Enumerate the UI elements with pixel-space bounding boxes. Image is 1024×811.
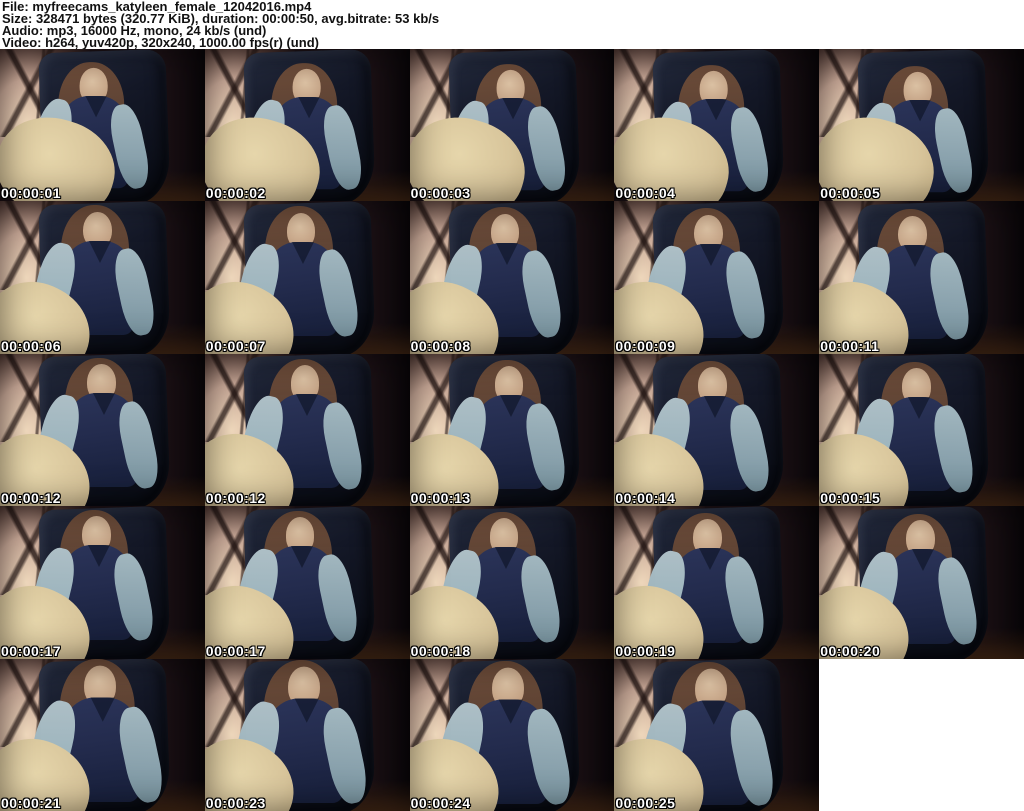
- video-frame-image: [819, 506, 1024, 659]
- video-thumbnail-frame: 00:00:02: [204, 49, 410, 202]
- timestamp-label: 00:00:02: [205, 185, 266, 202]
- vignette-overlay: [614, 506, 819, 658]
- vignette-overlay: [205, 506, 410, 658]
- video-thumbnail-frame: 00:00:14: [614, 353, 820, 507]
- timestamp-label: 00:00:23: [205, 794, 266, 811]
- video-frame-image: [819, 201, 1024, 354]
- timestamp-label: 00:00:12: [205, 490, 266, 507]
- video-thumbnail-frame: 00:00:03: [409, 49, 615, 202]
- video-thumbnail-frame: 00:00:15: [819, 353, 1024, 507]
- timestamp-label: 00:00:19: [615, 642, 676, 659]
- video-frame-image: [0, 49, 205, 202]
- vignette-overlay: [205, 201, 410, 353]
- video-thumbnail-frame: 00:00:21: [0, 658, 205, 811]
- video-frame-image: [819, 49, 1024, 202]
- video-frame-image: [819, 353, 1024, 507]
- timestamp-label: 00:00:06: [1, 337, 62, 354]
- vignette-overlay: [0, 201, 205, 353]
- vignette-overlay: [614, 49, 819, 201]
- video-frame-image: [614, 658, 820, 811]
- video-thumbnail-frame: 00:00:07: [204, 201, 410, 354]
- video-frame-image: [409, 49, 615, 202]
- vignette-overlay: [410, 201, 615, 353]
- timestamp-label: 00:00:05: [820, 185, 881, 202]
- timestamp-label: 00:00:24: [410, 794, 471, 811]
- video-frame-image: [204, 201, 410, 354]
- vignette-overlay: [410, 49, 615, 201]
- video-thumbnail-frame: 00:00:18: [409, 506, 615, 659]
- video-frame-image: [204, 506, 410, 659]
- video-thumbnail-frame: 00:00:08: [409, 201, 615, 354]
- timestamp-label: 00:00:08: [410, 337, 471, 354]
- vignette-overlay: [410, 659, 615, 811]
- timestamp-label: 00:00:14: [615, 490, 676, 507]
- video-thumbnail-frame: 00:00:01: [0, 49, 205, 202]
- video-frame-image: [614, 49, 820, 202]
- video-frame-image: [204, 353, 410, 507]
- video-frame-image: [0, 353, 205, 507]
- timestamp-label: 00:00:17: [1, 642, 62, 659]
- thumbnail-grid: 00:00:01 00:00:02 00:00:03 00:00:04 00:0…: [0, 49, 1024, 811]
- timestamp-label: 00:00:09: [615, 337, 676, 354]
- video-thumbnail-frame: 00:00:09: [614, 201, 820, 354]
- timestamp-label: 00:00:12: [1, 490, 62, 507]
- video-info-line: Video: h264, yuv420p, 320x240, 1000.00 f…: [2, 35, 319, 49]
- video-thumbnail-frame: 00:00:12: [0, 353, 205, 507]
- video-frame-image: [614, 353, 820, 507]
- timestamp-label: 00:00:21: [1, 794, 62, 811]
- timestamp-label: 00:00:15: [820, 490, 881, 507]
- timestamp-label: 00:00:20: [820, 642, 881, 659]
- timestamp-label: 00:00:03: [410, 185, 471, 202]
- timestamp-label: 00:00:11: [820, 337, 880, 354]
- video-thumbnail-frame: 00:00:13: [409, 353, 615, 507]
- vignette-overlay: [0, 659, 205, 811]
- video-frame-image: [409, 201, 615, 354]
- video-thumbnail-frame: 00:00:23: [204, 658, 410, 811]
- video-frame-image: [0, 201, 205, 354]
- vignette-overlay: [205, 659, 410, 811]
- timestamp-label: 00:00:13: [410, 490, 471, 507]
- video-frame-image: [204, 49, 410, 202]
- video-frame-image: [204, 658, 410, 811]
- video-thumbnail-frame: 00:00:12: [204, 353, 410, 507]
- vignette-overlay: [819, 506, 1024, 658]
- video-thumbnail-frame: 00:00:06: [0, 201, 205, 354]
- video-thumbnail-frame: 00:00:17: [0, 506, 205, 659]
- file-info-header: File: myfreecams_katyleen_female_1204201…: [0, 0, 1024, 49]
- video-thumbnail-frame: 00:00:20: [819, 506, 1024, 659]
- vignette-overlay: [205, 49, 410, 201]
- vignette-overlay: [0, 354, 205, 506]
- video-frame-image: [409, 658, 615, 811]
- vignette-overlay: [0, 49, 205, 201]
- vignette-overlay: [819, 354, 1024, 506]
- timestamp-label: 00:00:01: [1, 185, 62, 202]
- vignette-overlay: [614, 354, 819, 506]
- video-frame-image: [409, 353, 615, 507]
- video-thumbnail-frame: 00:00:04: [614, 49, 820, 202]
- vignette-overlay: [410, 506, 615, 658]
- vignette-overlay: [614, 201, 819, 353]
- video-frame-image: [0, 658, 205, 811]
- vignette-overlay: [614, 659, 819, 811]
- vignette-overlay: [819, 49, 1024, 201]
- timestamp-label: 00:00:07: [205, 337, 266, 354]
- vignette-overlay: [410, 354, 615, 506]
- video-frame-image: [0, 506, 205, 659]
- timestamp-label: 00:00:25: [615, 794, 676, 811]
- vignette-overlay: [819, 201, 1024, 353]
- video-thumbnail-frame: 00:00:05: [819, 49, 1024, 202]
- video-thumbnail-frame: 00:00:25: [614, 658, 820, 811]
- vignette-overlay: [205, 354, 410, 506]
- video-thumbnail-frame: 00:00:17: [204, 506, 410, 659]
- video-thumbnail-frame: 00:00:11: [819, 201, 1024, 354]
- timestamp-label: 00:00:17: [205, 642, 266, 659]
- video-frame-image: [614, 201, 820, 354]
- timestamp-label: 00:00:18: [410, 642, 471, 659]
- video-frame-image: [409, 506, 615, 659]
- timestamp-label: 00:00:04: [615, 185, 676, 202]
- video-thumbnail-frame: 00:00:19: [614, 506, 820, 659]
- video-thumbnail-frame: 00:00:24: [409, 658, 615, 811]
- video-frame-image: [614, 506, 820, 659]
- vignette-overlay: [0, 506, 205, 658]
